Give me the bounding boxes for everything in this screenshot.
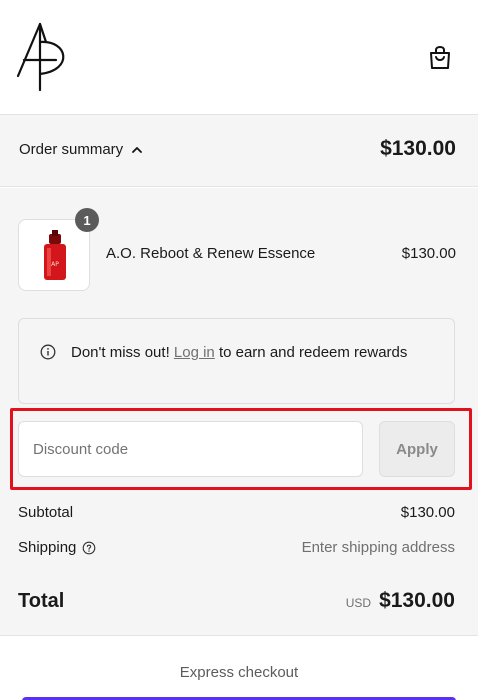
rewards-text-before: Don't miss out! bbox=[71, 344, 174, 361]
info-icon bbox=[40, 344, 56, 360]
order-summary-label-group[interactable]: Order summary bbox=[19, 141, 143, 158]
express-checkout-label: Express checkout bbox=[179, 664, 299, 681]
header bbox=[0, 0, 478, 115]
shipping-value: Enter shipping address bbox=[301, 539, 455, 556]
express-checkout-section: Express checkout bbox=[0, 635, 478, 700]
login-link[interactable]: Log in bbox=[174, 344, 215, 361]
rewards-banner: Don't miss out! Log in to earn and redee… bbox=[18, 318, 455, 404]
product-price: $130.00 bbox=[401, 245, 456, 262]
shipping-label-group: Shipping bbox=[18, 539, 96, 556]
order-summary-toggle[interactable]: Order summary $130.00 bbox=[0, 115, 478, 187]
discount-code-input[interactable] bbox=[18, 421, 363, 477]
order-summary-panel: AP 1 A.O. Reboot & Renew Essence $130.00… bbox=[0, 188, 478, 635]
total-value-group: USD $130.00 bbox=[346, 589, 455, 613]
apply-discount-button[interactable]: Apply bbox=[379, 421, 455, 477]
help-icon[interactable] bbox=[82, 541, 96, 555]
subtotal-row: Subtotal $130.00 bbox=[18, 504, 455, 521]
order-summary-total: $130.00 bbox=[380, 137, 456, 160]
shipping-label: Shipping bbox=[18, 539, 77, 556]
total-value: $130.00 bbox=[379, 589, 455, 612]
quantity-badge: 1 bbox=[75, 208, 99, 232]
rewards-message: Don't miss out! Log in to earn and redee… bbox=[71, 342, 431, 364]
rewards-text-after: to earn and redeem rewards bbox=[214, 344, 408, 361]
product-name: A.O. Reboot & Renew Essence bbox=[106, 245, 316, 262]
shopping-bag-icon[interactable] bbox=[428, 44, 452, 70]
shipping-row: Shipping Enter shipping address bbox=[18, 539, 455, 556]
product-bottle-image: AP bbox=[44, 230, 66, 280]
chevron-up-icon bbox=[132, 146, 143, 153]
total-row: Total USD $130.00 bbox=[18, 589, 455, 613]
brand-logo[interactable] bbox=[16, 20, 76, 92]
total-label: Total bbox=[18, 589, 65, 612]
svg-text:AP: AP bbox=[51, 261, 59, 268]
subtotal-value: $130.00 bbox=[400, 504, 455, 521]
subtotal-label: Subtotal bbox=[18, 504, 74, 521]
order-summary-label: Order summary bbox=[19, 141, 124, 158]
currency-code: USD bbox=[345, 596, 372, 610]
